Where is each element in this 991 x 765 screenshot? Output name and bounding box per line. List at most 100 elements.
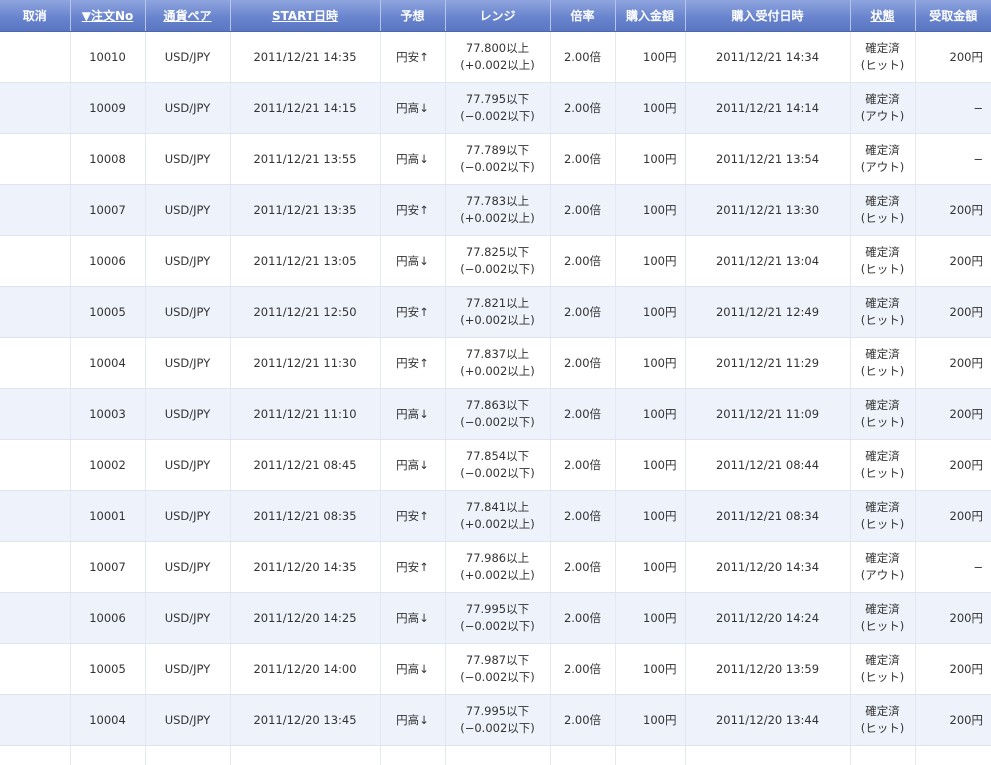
order-no-cell: 10001: [70, 490, 146, 542]
forecast-cell: 円高↓: [380, 388, 446, 440]
forecast-cell: 円高↓: [380, 592, 446, 644]
received-time-cell: 2011/12/21 14:34: [685, 31, 851, 83]
cancel-cell: [0, 286, 71, 338]
status-cell: 確定済 (ヒット): [850, 31, 916, 83]
order-no-cell: 10002: [70, 439, 146, 491]
column-header-start-time[interactable]: START日時: [230, 0, 381, 32]
range-cell: 77.837以上 (+0.002以上): [445, 337, 551, 389]
range-line: (−0.002以下): [460, 415, 535, 429]
rate-cell: 2.00倍: [550, 235, 616, 287]
status-line: (ヒット): [860, 466, 905, 480]
forecast-cell: 円高↓: [380, 82, 446, 134]
status-line: 確定済: [865, 245, 900, 259]
status-cell: 確定済 (ヒット): [850, 694, 916, 746]
status-cell: 確定済 (ヒット): [850, 388, 916, 440]
amount-cell: [615, 745, 686, 765]
rate-cell: 2.00倍: [550, 31, 616, 83]
currency-pair-cell: USD/JPY: [145, 184, 231, 236]
column-header-order-no[interactable]: ▼注文No: [70, 0, 146, 32]
amount-cell: 100円: [615, 133, 686, 185]
received-time-cell: 2011/12/21 12:49: [685, 286, 851, 338]
amount-cell: 100円: [615, 184, 686, 236]
status-line: 確定済: [865, 347, 900, 361]
status-line: 確定済: [865, 551, 900, 565]
column-header-received-time: 購入受付日時: [685, 0, 851, 32]
start-time-cell: 2011/12/21 14:35: [230, 31, 381, 83]
status-line: 確定済: [865, 602, 900, 616]
table-row: 10004 USD/JPY 2011/12/21 11:30 円安↑ 77.837以上 (…: [0, 337, 991, 389]
received-time-cell: 2011/12/21 11:29: [685, 337, 851, 389]
range-line: 77.841以上: [465, 500, 530, 514]
currency-pair-cell: USD/JPY: [145, 286, 231, 338]
payout-cell: 200円: [915, 592, 991, 644]
range-cell: 77.800以上 (+0.002以上): [445, 31, 551, 83]
range-line: (−0.002以下): [460, 160, 535, 174]
payout-cell: 200円: [915, 694, 991, 746]
table-row: 10007 USD/JPY 2011/12/21 13:35 円安↑ 77.783以上 (…: [0, 184, 991, 236]
column-header-rate: 倍率: [550, 0, 616, 32]
range-cell: 77.987以下 (−0.002以下): [445, 643, 551, 695]
currency-pair-cell: USD/JPY: [145, 541, 231, 593]
column-header-status[interactable]: 状態: [850, 0, 916, 32]
cancel-cell: [0, 745, 71, 765]
status-line: (ヒット): [860, 670, 905, 684]
range-line: (−0.002以下): [460, 109, 535, 123]
range-line: 77.795以下: [465, 92, 530, 106]
status-line: 確定済: [865, 92, 900, 106]
status-line: (ヒット): [860, 364, 905, 378]
cancel-cell: [0, 643, 71, 695]
received-time-cell: 2011/12/20 13:44: [685, 694, 851, 746]
range-line: 77.837以上: [465, 347, 530, 361]
table-row: 10005 USD/JPY 2011/12/20 14:00 円高↓ 77.987以下 (…: [0, 643, 991, 695]
status-cell: 確定済 (アウト): [850, 541, 916, 593]
range-line: 77.825以下: [465, 245, 530, 259]
currency-pair-cell: USD/JPY: [145, 337, 231, 389]
amount-cell: 100円: [615, 643, 686, 695]
range-line: 77.863以下: [465, 398, 530, 412]
range-cell: 77.841以上 (+0.002以上): [445, 490, 551, 542]
column-header-currency-pair[interactable]: 通貨ペア: [145, 0, 231, 32]
received-time-cell: 2011/12/21 14:14: [685, 82, 851, 134]
range-line: (+0.002以上): [460, 211, 535, 225]
forecast-cell: 円高↓: [380, 439, 446, 491]
amount-cell: 100円: [615, 337, 686, 389]
cancel-cell: [0, 337, 71, 389]
rate-cell: [550, 745, 616, 765]
range-line: 77.986以上: [465, 551, 530, 565]
forecast-cell: [380, 745, 446, 765]
rate-cell: 2.00倍: [550, 286, 616, 338]
column-header-payout: 受取金額: [915, 0, 991, 32]
currency-pair-cell: USD/JPY: [145, 643, 231, 695]
cancel-cell: [0, 592, 71, 644]
range-line: 77.783以上: [465, 194, 530, 208]
received-time-cell: 2011/12/21 13:30: [685, 184, 851, 236]
order-no-cell: [70, 745, 146, 765]
cancel-cell: [0, 82, 71, 134]
status-line: 確定済: [865, 296, 900, 310]
order-no-cell: 10003: [70, 388, 146, 440]
status-line: 確定済: [865, 704, 900, 718]
currency-pair-cell: USD/JPY: [145, 694, 231, 746]
rate-cell: 2.00倍: [550, 439, 616, 491]
column-header-forecast: 予想: [380, 0, 446, 32]
column-header-label: 取消: [22, 9, 47, 23]
cancel-cell: [0, 490, 71, 542]
range-line: (+0.002以上): [460, 364, 535, 378]
range-line: (−0.002以下): [460, 721, 535, 735]
start-time-cell: 2011/12/21 11:30: [230, 337, 381, 389]
column-header-label[interactable]: 状態: [870, 9, 894, 23]
status-cell: 確定済 (アウト): [850, 133, 916, 185]
amount-cell: 100円: [615, 235, 686, 287]
column-header-label[interactable]: 通貨ペア: [163, 9, 211, 23]
cancel-cell: [0, 133, 71, 185]
column-header-label: 受取金額: [929, 9, 978, 23]
amount-cell: 100円: [615, 388, 686, 440]
order-no-cell: 10008: [70, 133, 146, 185]
status-line: (ヒット): [860, 58, 905, 72]
range-cell: 77.854以下 (−0.002以下): [445, 439, 551, 491]
rate-cell: 2.00倍: [550, 592, 616, 644]
column-header-label[interactable]: START日時: [272, 9, 338, 23]
status-cell: 確定済 (ヒット): [850, 439, 916, 491]
column-header-label[interactable]: ▼注文No: [82, 9, 134, 23]
header-row: 取消 ▼注文No 通貨ペア START日時 予想 レンジ 倍率 購入金額 購入受…: [0, 0, 991, 32]
